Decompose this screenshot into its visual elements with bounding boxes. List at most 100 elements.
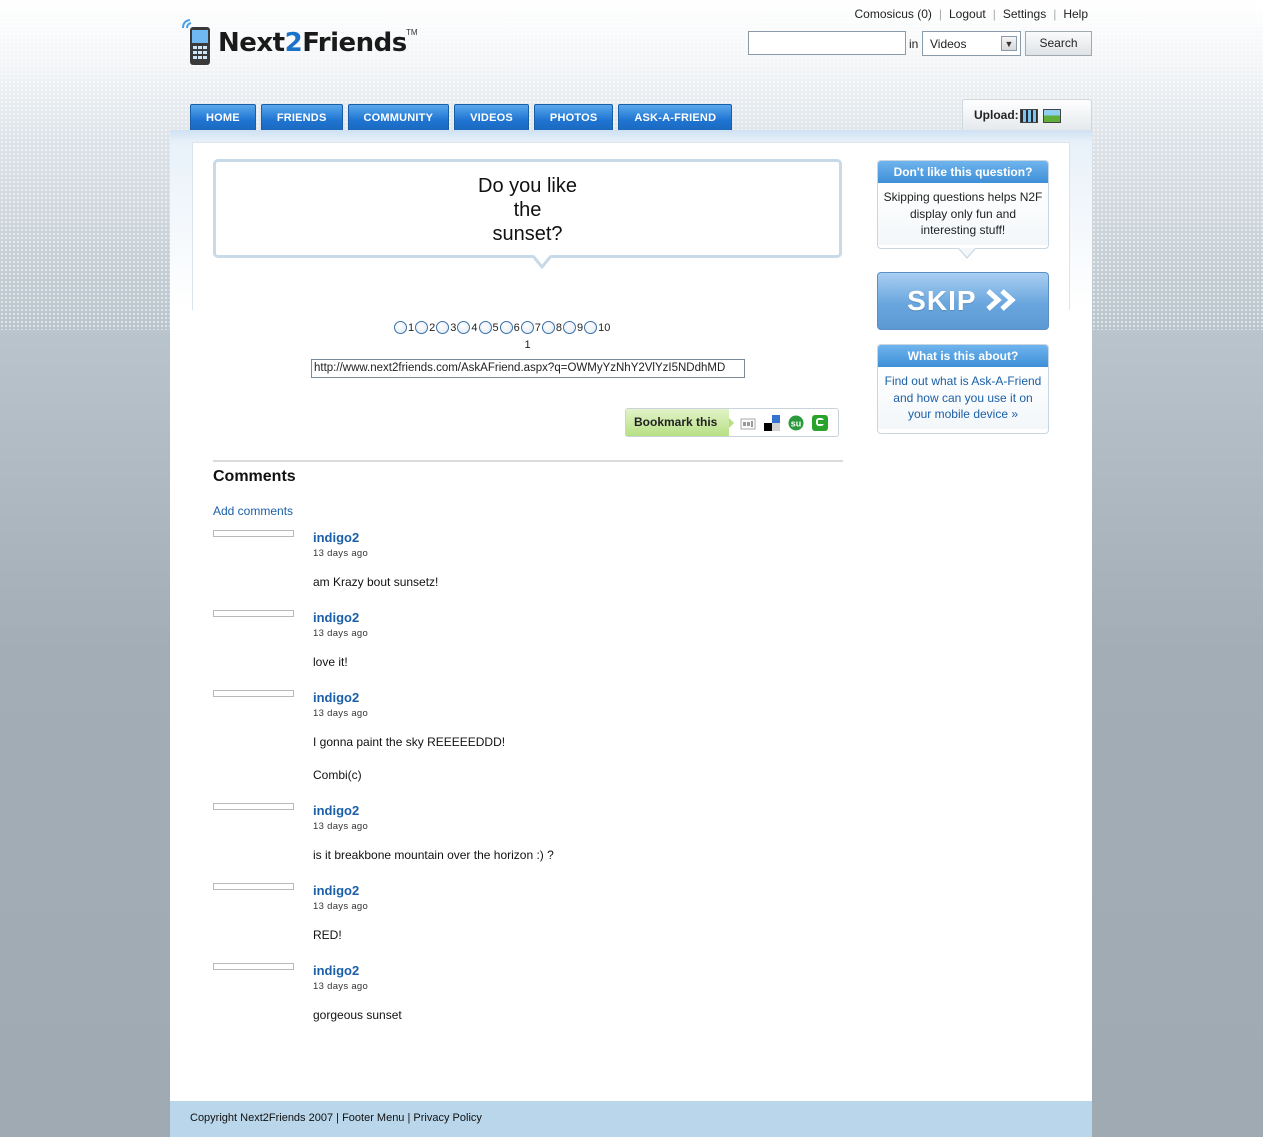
rating-option[interactable]: 8 [541, 318, 562, 334]
technorati-icon[interactable] [812, 415, 828, 431]
search-button[interactable]: Search [1025, 31, 1092, 56]
upload-label: Upload: [974, 108, 1019, 122]
stumbleupon-icon[interactable]: su [788, 415, 804, 431]
comment-author[interactable]: indigo2 [313, 963, 359, 978]
skip-button[interactable]: SKIP [877, 272, 1049, 330]
comment-text: gorgeous sunset [313, 1008, 402, 1022]
comment-author[interactable]: indigo2 [313, 530, 359, 545]
rating-option[interactable]: 4 [457, 318, 478, 334]
rating-option[interactable]: 2 [415, 318, 435, 334]
rating-option[interactable]: 1 [394, 318, 414, 334]
svg-text:su: su [791, 419, 802, 429]
avatar[interactable] [213, 883, 294, 890]
logout-link[interactable]: Logout [949, 7, 986, 21]
search-input[interactable] [748, 31, 906, 55]
comment-time: 13 days ago [313, 981, 369, 992]
about-box-link[interactable]: Find out what is Ask-A-Friend and how ca… [878, 367, 1048, 429]
tab-photos[interactable]: PHOTOS [533, 104, 614, 130]
site-logo[interactable]: Next2Friends TM [180, 18, 420, 68]
comment-time: 13 days ago [313, 821, 369, 832]
dislike-question-box: Don't like this question? Skipping quest… [877, 160, 1049, 249]
comment-time: 13 days ago [313, 901, 369, 912]
delicious-icon[interactable] [764, 415, 780, 431]
dislike-box-title: Don't like this question? [878, 161, 1048, 183]
add-comments-link[interactable]: Add comments [213, 504, 293, 518]
radio-button[interactable] [541, 321, 555, 334]
comment-author[interactable]: indigo2 [313, 803, 359, 818]
comment-text-line2: Combi(c) [313, 768, 362, 782]
comment-text: RED! [313, 928, 342, 942]
comment-text: is it breakbone mountain over the horizo… [313, 848, 554, 862]
search-scope-value: Videos [930, 37, 967, 51]
radio-button[interactable] [499, 321, 513, 334]
tab-videos[interactable]: VIDEOS [454, 104, 529, 130]
radio-button[interactable] [584, 321, 598, 334]
comment-text: am Krazy bout sunsetz! [313, 575, 439, 589]
footer: Copyright Next2Friends 2007 | Footer Men… [170, 1101, 1092, 1137]
digg-icon[interactable] [740, 415, 756, 431]
rating-option[interactable]: 9 [563, 318, 583, 334]
comment-time: 13 days ago [313, 708, 369, 719]
comments-heading: Comments [213, 468, 296, 485]
share-url-field[interactable]: http://www.next2friends.com/AskAFriend.a… [311, 359, 745, 378]
tab-ask-a-friend[interactable]: ASK-A-FRIEND [618, 104, 733, 130]
photo-upload-icon[interactable] [1043, 109, 1061, 123]
question-text: Do you like the sunset? [478, 175, 577, 245]
comment-author[interactable]: indigo2 [313, 610, 359, 625]
bookmark-bar: Bookmark this su [625, 408, 839, 437]
about-box-title: What is this about? [878, 345, 1048, 367]
settings-link[interactable]: Settings [1003, 7, 1046, 21]
radio-button[interactable] [436, 321, 450, 334]
tab-friends[interactable]: FRIENDS [260, 104, 343, 130]
avatar[interactable] [213, 963, 294, 970]
comment-author[interactable]: indigo2 [313, 690, 359, 705]
rating-option[interactable]: 6 [499, 318, 520, 334]
privacy-policy-link[interactable]: Privacy Policy [413, 1112, 481, 1124]
main-nav: HOME FRIENDS COMMUNITY VIDEOS PHOTOS ASK… [190, 104, 737, 130]
footer-menu-link[interactable]: Footer Menu [342, 1112, 404, 1124]
logo-wordmark: Next2Friends [218, 28, 407, 58]
bubble-tail [533, 255, 551, 269]
avatar[interactable] [213, 803, 294, 810]
rating-option[interactable]: 3 [436, 318, 456, 334]
help-link[interactable]: Help [1063, 7, 1088, 21]
radio-button[interactable] [394, 321, 407, 334]
double-chevron-right-icon: » [1011, 407, 1019, 421]
radio-button[interactable] [563, 321, 576, 334]
comments-divider [213, 460, 843, 462]
comment-text: love it! [313, 655, 348, 669]
skip-label: SKIP [907, 285, 977, 316]
rating-options: 1 2 3 4 5 6 7 8 9 10 [394, 318, 611, 334]
radio-button[interactable] [520, 321, 534, 334]
comment-author[interactable]: indigo2 [313, 883, 359, 898]
search-in-label: in [909, 37, 919, 51]
double-chevron-right-icon [986, 289, 1016, 311]
dislike-box-text: Skipping questions helps N2F display onl… [878, 183, 1048, 245]
avatar[interactable] [213, 610, 294, 617]
phone-logo-icon [182, 19, 210, 65]
about-box: What is this about? Find out what is Ask… [877, 344, 1049, 434]
rating-option[interactable]: 7 [520, 318, 541, 334]
comment-time: 13 days ago [313, 628, 369, 639]
rating-option[interactable]: 5 [478, 318, 499, 334]
account-link[interactable]: Comosicus (0) [855, 7, 932, 21]
trademark-mark: TM [406, 28, 418, 37]
bookmark-button[interactable]: Bookmark this [626, 409, 729, 436]
chevron-down-icon[interactable]: ▼ [1001, 36, 1017, 51]
comment-text: I gonna paint the sky REEEEEDDD! [313, 735, 506, 749]
question-bubble: Do you like the sunset? [213, 159, 842, 258]
radio-button[interactable] [478, 321, 492, 334]
radio-button[interactable] [415, 321, 429, 334]
top-links: Comosicus (0) | Logout | Settings | Help [854, 7, 1088, 21]
avatar[interactable] [213, 530, 294, 537]
tab-community[interactable]: COMMUNITY [347, 104, 450, 130]
rating-option[interactable]: 10 [584, 318, 610, 334]
avatar[interactable] [213, 690, 294, 697]
tab-home[interactable]: HOME [190, 104, 256, 130]
box-tail [959, 248, 975, 259]
comment-time: 13 days ago [313, 548, 369, 559]
video-upload-icon[interactable] [1020, 109, 1038, 123]
radio-button[interactable] [457, 321, 471, 334]
search-scope-select[interactable]: Videos ▼ [922, 31, 1021, 56]
upload-panel: Upload: [962, 99, 1092, 130]
